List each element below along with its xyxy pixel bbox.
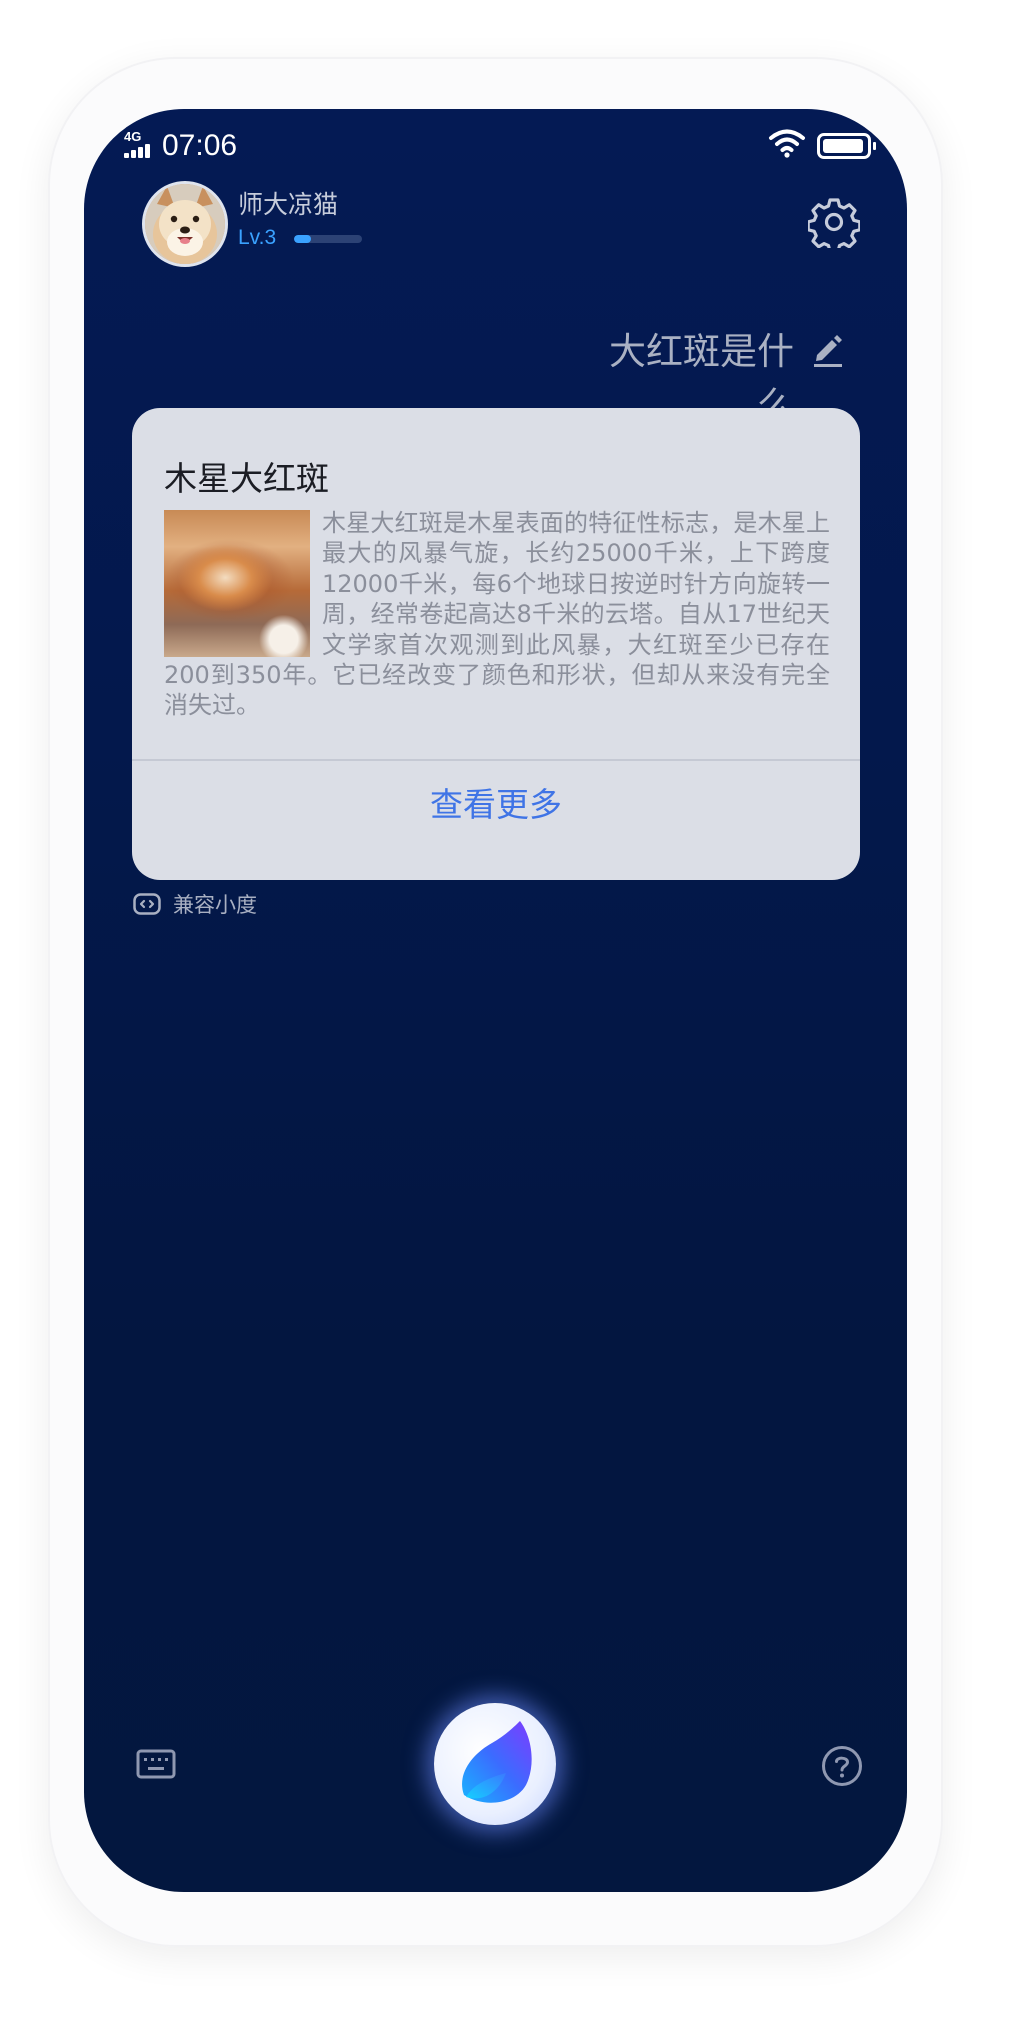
gear-icon[interactable] — [808, 196, 860, 248]
network-type: 4G — [124, 129, 142, 144]
compat-label: 兼容小度 — [173, 893, 257, 917]
battery-icon — [817, 133, 876, 159]
user-name: 师大凉猫 — [238, 190, 339, 219]
avatar[interactable] — [142, 181, 228, 267]
wifi-icon — [769, 129, 805, 158]
user-level: Lv.3 — [238, 226, 277, 249]
page: 4G 07:06 师大凉猫 Lv.3 大红斑是什么 木星大红斑 木星大红斑是木星… — [0, 0, 1034, 2030]
card-title: 木星大红斑 — [164, 459, 329, 498]
level-progress-bar — [294, 235, 362, 243]
voice-assistant-icon — [462, 1721, 532, 1803]
help-icon[interactable] — [821, 1745, 863, 1787]
answer-card: 木星大红斑 木星大红斑是木星表面的特征性标志，是木星上最大的风暴气旋，长约250… — [132, 408, 860, 880]
status-time: 07:06 — [162, 129, 238, 162]
device-icon — [133, 893, 161, 915]
card-divider — [132, 759, 860, 761]
level-progress-fill — [294, 235, 311, 243]
signal-icon: 4G — [124, 129, 158, 161]
status-bar: 4G 07:06 — [84, 109, 907, 189]
view-more-button[interactable]: 查看更多 — [132, 778, 860, 826]
keyboard-icon[interactable] — [136, 1748, 176, 1780]
card-body: 木星大红斑是木星表面的特征性标志，是木星上最大的风暴气旋，长约25000千米，上… — [164, 508, 830, 721]
voice-assistant-button[interactable] — [434, 1703, 556, 1825]
pencil-icon[interactable] — [810, 331, 844, 367]
battery-level — [823, 139, 863, 153]
phone-screen: 4G 07:06 师大凉猫 Lv.3 大红斑是什么 木星大红斑 木星大红斑是木星… — [84, 109, 907, 1892]
dog-avatar-icon — [145, 184, 225, 264]
